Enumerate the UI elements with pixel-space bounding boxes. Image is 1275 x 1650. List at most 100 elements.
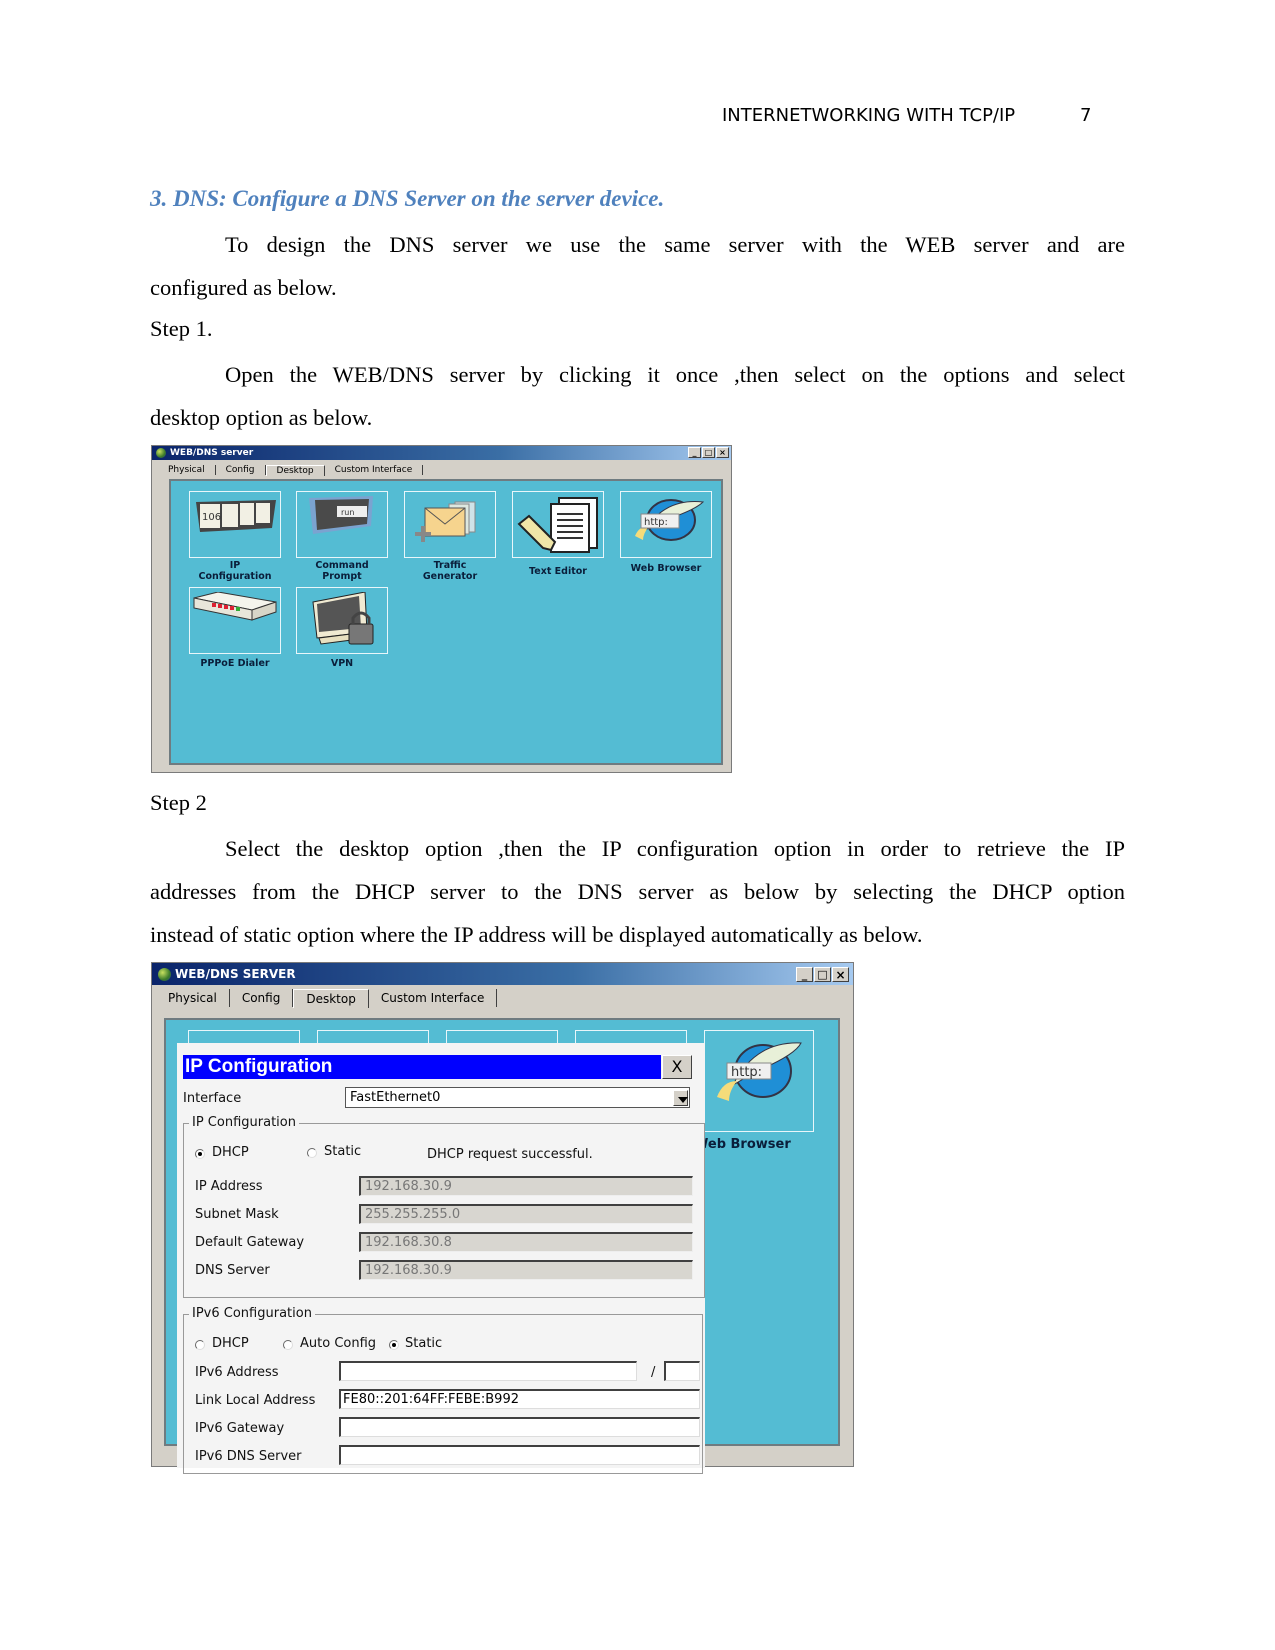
- ipv4-dhcp-radio[interactable]: [195, 1149, 205, 1159]
- web-browser-icon: http:: [717, 1042, 802, 1101]
- step1-line: desktop option as below.: [150, 405, 373, 430]
- ipv6-dhcp-label[interactable]: DHCP: [212, 1336, 249, 1351]
- step2-line: addresses from the DHCP server to the DN…: [150, 879, 1125, 904]
- ipv6-address-label: IPv6 Address: [195, 1365, 279, 1380]
- screenshot-desktop-window: WEB/DNS server _ □ × Physical Config Des…: [151, 445, 732, 773]
- screenshot-ip-config-window: WEB/DNS SERVER _ □ × Physical Config Des…: [151, 962, 854, 1474]
- app-traffic-generator[interactable]: [404, 491, 496, 558]
- svg-text:http:: http:: [644, 517, 668, 528]
- app-label: Command Prompt: [315, 560, 369, 582]
- vpn-icon: [312, 592, 374, 645]
- desktop-panel: 106 IPConfiguration run CommandPrompt: [169, 479, 723, 765]
- running-title: INTERNETWORKING WITH TCP/IP: [722, 105, 1016, 126]
- ipv4-static-label[interactable]: Static: [324, 1144, 361, 1159]
- app-pppoe-dialer[interactable]: [189, 587, 281, 654]
- ipv6-prefix-field[interactable]: [664, 1361, 700, 1381]
- ipv4-static-radio[interactable]: [307, 1148, 317, 1158]
- close-button[interactable]: ×: [832, 967, 849, 982]
- step1-paragraph: Open the WEB/DNS server by clicking it o…: [150, 353, 1125, 439]
- step1-line: Open the WEB/DNS server by clicking it o…: [225, 362, 1125, 387]
- dns-server-label: DNS Server: [195, 1263, 270, 1278]
- app-web-browser[interactable]: http:: [704, 1030, 814, 1132]
- app-logo-icon: [156, 448, 166, 458]
- app-logo-icon: [158, 967, 171, 981]
- maximize-button[interactable]: □: [702, 447, 715, 458]
- ip-address-field[interactable]: 192.168.30.9: [359, 1176, 693, 1196]
- ipv6-dhcp-radio[interactable]: [195, 1340, 205, 1350]
- maximize-button[interactable]: □: [814, 967, 831, 982]
- tab-physical[interactable]: Physical: [156, 989, 230, 1007]
- svg-text:http:: http:: [731, 1065, 762, 1080]
- dns-server-field[interactable]: 192.168.30.9: [359, 1260, 693, 1280]
- ip-configuration-icon: 106: [196, 500, 276, 532]
- intro-line: To design the DNS server we use the same…: [225, 232, 1125, 257]
- dhcp-status-message: DHCP request successful.: [427, 1147, 593, 1162]
- ipv6-gateway-label: IPv6 Gateway: [195, 1421, 285, 1436]
- tab-config[interactable]: Config: [230, 989, 294, 1007]
- app-label: Web Browser: [694, 1137, 791, 1152]
- ipv6-static-label[interactable]: Static: [405, 1336, 442, 1351]
- ipv6-auto-config-radio[interactable]: [283, 1340, 293, 1350]
- app-label: IP Configuration: [198, 560, 272, 582]
- app-web-browser[interactable]: http:: [620, 491, 712, 558]
- ip-address-label: IP Address: [195, 1179, 263, 1194]
- svg-text:run: run: [341, 508, 354, 517]
- app-ip-configuration[interactable]: 106: [189, 491, 281, 558]
- app-label: Web Browser: [630, 563, 702, 574]
- app-command-prompt[interactable]: run: [296, 491, 388, 558]
- ip-configuration-dialog: IP Configuration X Interface FastEtherne…: [177, 1043, 705, 1474]
- default-gateway-field[interactable]: 192.168.30.8: [359, 1232, 693, 1252]
- ipv4-dhcp-label[interactable]: DHCP: [212, 1145, 249, 1160]
- app-label: VPN: [330, 658, 354, 669]
- section-heading: 3. DNS: Configure a DNS Server on the se…: [150, 186, 665, 211]
- dialog-title: IP Configuration: [183, 1055, 661, 1079]
- ipv6-prefix-separator: /: [651, 1365, 656, 1380]
- device-tabs: Physical Config Desktop Custom Interface: [156, 987, 498, 1008]
- link-local-address-label: Link Local Address: [195, 1393, 316, 1408]
- window-title: WEB/DNS server: [170, 448, 254, 458]
- tab-config[interactable]: Config: [216, 465, 266, 475]
- intro-line: configured as below.: [150, 275, 337, 300]
- ipv6-group-legend: IPv6 Configuration: [189, 1306, 315, 1321]
- ipv6-static-radio[interactable]: [389, 1340, 399, 1350]
- dialog-close-button[interactable]: X: [662, 1055, 692, 1079]
- app-label: PPPoE Dialer: [200, 658, 270, 669]
- ipv6-dns-server-label: IPv6 DNS Server: [195, 1449, 302, 1464]
- ipv6-dns-server-field[interactable]: [339, 1445, 700, 1465]
- ipv6-auto-config-label[interactable]: Auto Config: [300, 1336, 376, 1351]
- interface-label: Interface: [183, 1091, 242, 1106]
- step2-label: Step 2: [150, 790, 207, 815]
- device-tabs: Physical Config Desktop Custom Interface: [158, 461, 424, 476]
- tab-custom-interface[interactable]: Custom Interface: [325, 465, 424, 475]
- ipv6-gateway-field[interactable]: [339, 1417, 700, 1437]
- subnet-mask-field[interactable]: 255.255.255.0: [359, 1204, 693, 1224]
- tab-desktop[interactable]: Desktop: [265, 465, 325, 476]
- step1-label: Step 1.: [150, 316, 213, 341]
- app-label: Traffic Generator: [422, 560, 478, 582]
- link-local-address-field[interactable]: FE80::201:64FF:FEBE:B992: [339, 1389, 700, 1409]
- window-title: WEB/DNS SERVER: [175, 967, 296, 981]
- window-titlebar: WEB/DNS server _ □ ×: [152, 446, 731, 460]
- app-label: Text Editor: [529, 566, 587, 577]
- command-prompt-icon: run: [309, 496, 373, 534]
- app-vpn[interactable]: [296, 587, 388, 654]
- step2-paragraph: Select the desktop option ,then the IP c…: [150, 827, 1125, 956]
- step2-line: Select the desktop option ,then the IP c…: [225, 836, 1125, 861]
- pppoe-dialer-icon: [193, 592, 277, 621]
- web-browser-icon: http:: [635, 499, 705, 541]
- app-text-editor[interactable]: [512, 491, 604, 558]
- step2-line: instead of static option where the IP ad…: [150, 922, 923, 947]
- tab-custom-interface[interactable]: Custom Interface: [369, 989, 498, 1007]
- close-button[interactable]: ×: [716, 447, 729, 458]
- minimize-button[interactable]: _: [796, 967, 813, 982]
- chevron-down-icon[interactable]: [673, 1090, 688, 1106]
- interface-select[interactable]: FastEthernet0: [345, 1087, 690, 1108]
- page-number: 7: [1080, 105, 1092, 126]
- svg-text:106: 106: [202, 512, 221, 523]
- ipv6-address-field[interactable]: [339, 1361, 637, 1381]
- ipv4-group-legend: IP Configuration: [189, 1115, 299, 1130]
- text-editor-icon: [517, 497, 598, 553]
- tab-physical[interactable]: Physical: [158, 465, 216, 475]
- minimize-button[interactable]: _: [688, 447, 701, 458]
- tab-desktop[interactable]: Desktop: [293, 989, 369, 1008]
